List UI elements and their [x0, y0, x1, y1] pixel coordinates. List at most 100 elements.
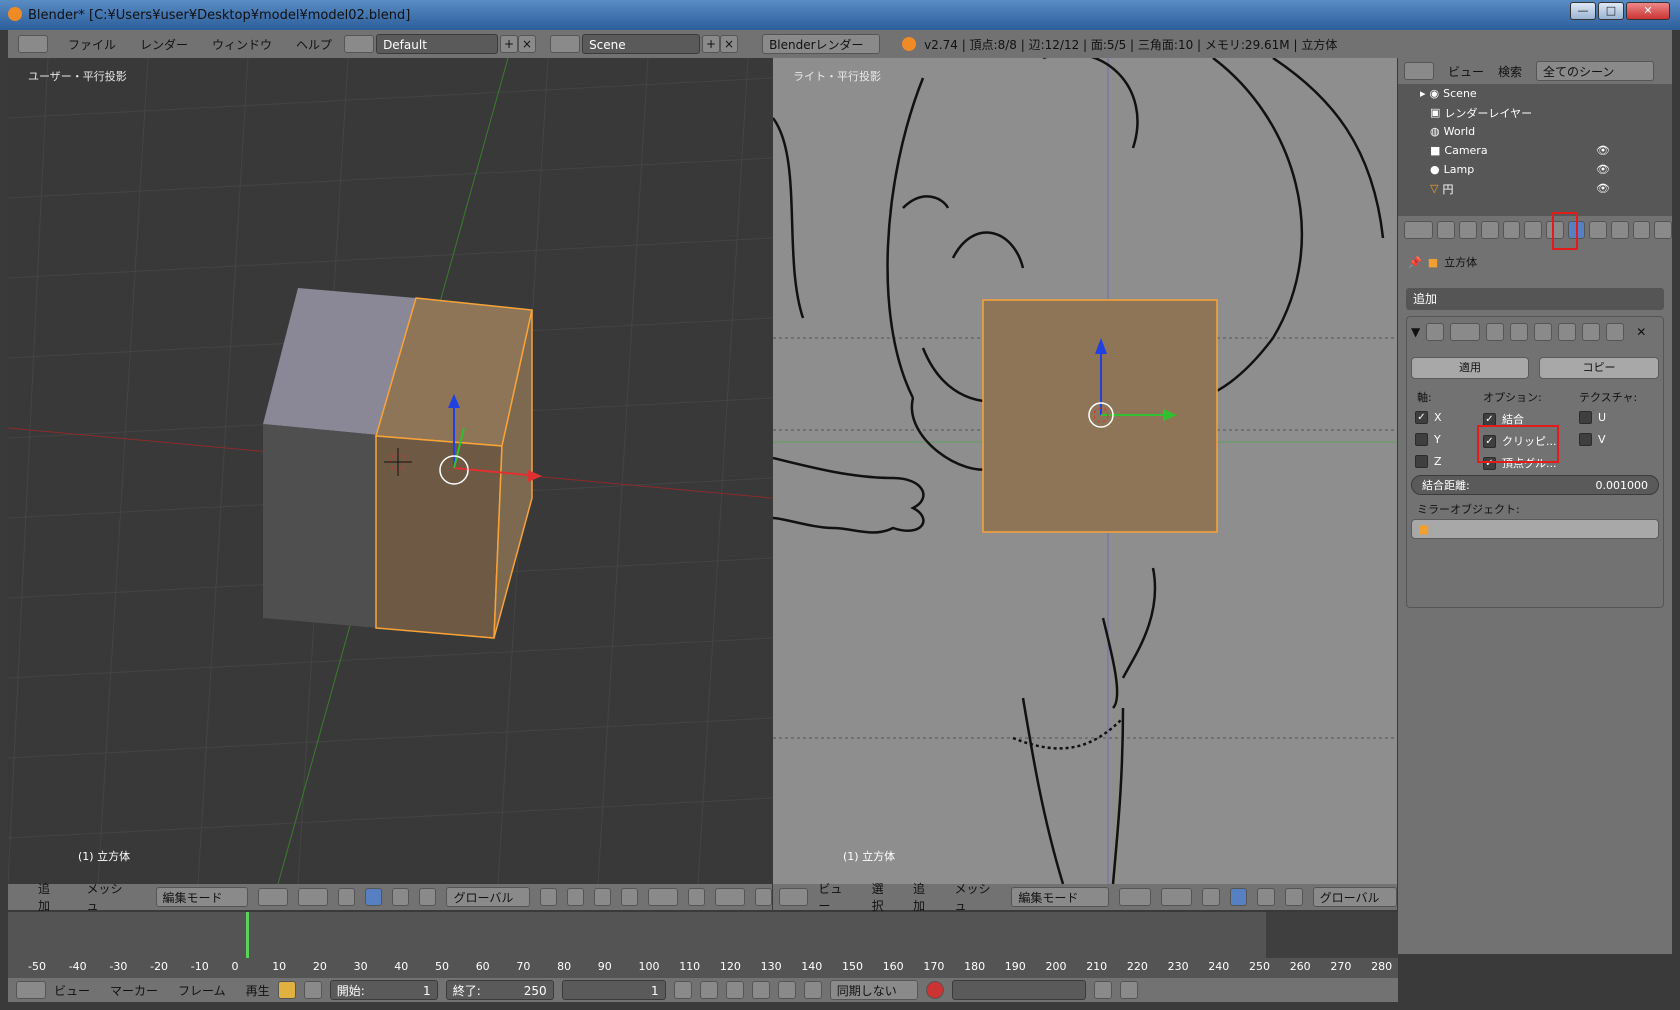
- timeline-menu-view[interactable]: ビュー: [54, 982, 90, 999]
- outliner-item-render-layer[interactable]: ▣ レンダーレイヤー: [1426, 103, 1680, 122]
- add-scene-icon[interactable]: +: [702, 35, 721, 53]
- pin-icon[interactable]: 📌: [1408, 256, 1422, 269]
- world-tab-icon[interactable]: [1502, 221, 1521, 239]
- outliner-item-scene[interactable]: ▸ ◉ Scene: [1404, 84, 1660, 103]
- timeline-menu-marker[interactable]: マーカー: [110, 982, 158, 999]
- texture-u-checkbox[interactable]: U: [1579, 411, 1606, 424]
- move-down-icon[interactable]: [1606, 323, 1625, 341]
- right-shading-icon[interactable]: [1119, 888, 1151, 906]
- maximize-button[interactable]: □: [1598, 2, 1624, 20]
- left-snap-target-icon[interactable]: [714, 888, 746, 906]
- material-tab-icon[interactable]: [1610, 221, 1629, 239]
- outliner-item-world[interactable]: ◍ World: [1426, 122, 1680, 141]
- sync-select[interactable]: 同期しない: [829, 980, 918, 1000]
- close-button[interactable]: ✕: [1626, 2, 1670, 20]
- timeline-menu-playback[interactable]: 再生: [246, 982, 270, 999]
- properties-editor-type-icon[interactable]: [1404, 221, 1434, 239]
- start-frame-field[interactable]: 開始: 1: [329, 980, 438, 1000]
- menu-help[interactable]: ヘルプ: [284, 36, 344, 53]
- jump-start-icon[interactable]: [673, 981, 692, 999]
- menu-file[interactable]: ファイル: [56, 36, 128, 53]
- menu-window[interactable]: ウィンドウ: [200, 36, 284, 53]
- next-keyframe-icon[interactable]: [777, 981, 796, 999]
- right-mode-select[interactable]: 編集モード: [1011, 887, 1110, 907]
- object-tab-icon[interactable]: [1524, 221, 1542, 239]
- merge-distance-field[interactable]: 結合距離: 0.001000: [1411, 475, 1659, 495]
- right-orientation-select[interactable]: グローバル: [1312, 887, 1398, 907]
- current-frame-field[interactable]: 1: [561, 980, 666, 1000]
- outliner-menu-view[interactable]: ビュー: [1448, 63, 1484, 80]
- end-frame-field[interactable]: 終了: 250: [445, 980, 554, 1000]
- left-occlude-icon[interactable]: [620, 888, 638, 906]
- collapse-chevron-icon[interactable]: ▼: [1411, 325, 1420, 339]
- play-reverse-icon[interactable]: [725, 981, 744, 999]
- outliner-menu-search[interactable]: 検索: [1498, 63, 1522, 80]
- scene-tab-icon[interactable]: [1480, 221, 1499, 239]
- left-edge-select-icon[interactable]: [566, 888, 584, 906]
- prev-keyframe-icon[interactable]: [699, 981, 718, 999]
- outliner-item-lamp[interactable]: ● Lamp 👁: [1426, 160, 1680, 179]
- realtime-toggle-icon[interactable]: [1510, 323, 1529, 341]
- record-icon[interactable]: [925, 981, 944, 999]
- right-menu-view[interactable]: ビュー: [818, 880, 853, 914]
- scene-field[interactable]: Scene: [582, 34, 701, 54]
- axis-y-checkbox[interactable]: Y: [1415, 433, 1441, 446]
- timeline-editor[interactable]: -50 -40 -30 -20 -10 0 10 20 30 40 50 60 70 80 90 100 110…: [8, 912, 1398, 978]
- render-toggle-icon[interactable]: [1486, 323, 1505, 341]
- left-vertex-select-icon[interactable]: [539, 888, 557, 906]
- timeline-editor-type-icon[interactable]: [16, 981, 46, 999]
- copy-button[interactable]: コピー: [1539, 357, 1659, 379]
- outliner-editor-type-icon[interactable]: [1404, 62, 1434, 80]
- axis-x-checkbox[interactable]: ✓ X: [1415, 411, 1442, 424]
- left-menu-mesh[interactable]: メッシュ: [87, 880, 132, 914]
- texture-v-checkbox[interactable]: V: [1579, 433, 1606, 446]
- right-menu-select[interactable]: 選択: [872, 880, 895, 914]
- right-manipulator-icon[interactable]: [1202, 888, 1220, 906]
- render-tab-icon[interactable]: [1437, 221, 1456, 239]
- left-rotate-icon[interactable]: [392, 888, 410, 906]
- remove-modifier-icon[interactable]: ✕: [1636, 325, 1646, 339]
- move-up-icon[interactable]: [1582, 323, 1601, 341]
- viewport-user-ortho[interactable]: ユーザー・平行投影 (1) 立方体: [8, 58, 772, 884]
- remove-layout-icon[interactable]: ×: [518, 35, 537, 53]
- left-proportional-icon[interactable]: [647, 888, 678, 906]
- editor-type-info-icon[interactable]: [18, 35, 48, 53]
- left-mode-select[interactable]: 編集モード: [155, 887, 249, 907]
- screen-layout-icon[interactable]: [344, 35, 375, 53]
- current-frame-indicator[interactable]: [246, 912, 249, 958]
- outliner-filter-select[interactable]: 全てのシーン: [1536, 61, 1655, 81]
- left-translate-icon[interactable]: [365, 888, 383, 906]
- right-translate-icon[interactable]: [1229, 888, 1248, 906]
- texture-tab-icon[interactable]: [1632, 221, 1651, 239]
- render-layers-tab-icon[interactable]: [1459, 221, 1477, 239]
- left-menu-add[interactable]: 追加: [38, 880, 61, 914]
- right-editor-type-icon[interactable]: [779, 888, 809, 906]
- data-tab-icon[interactable]: [1589, 221, 1607, 239]
- modifier-name-field[interactable]: [1450, 323, 1481, 341]
- left-render-icon[interactable]: [755, 888, 773, 906]
- keying-set-field[interactable]: [951, 980, 1086, 1000]
- right-scale-icon[interactable]: [1285, 888, 1303, 906]
- left-snap-icon[interactable]: [687, 888, 705, 906]
- left-scale-icon[interactable]: [419, 888, 437, 906]
- left-pivot-icon[interactable]: [298, 888, 329, 906]
- right-rotate-icon[interactable]: [1257, 888, 1276, 906]
- minimize-button[interactable]: —: [1570, 2, 1596, 20]
- jump-end-icon[interactable]: [803, 981, 822, 999]
- editmode-toggle-icon[interactable]: [1534, 323, 1553, 341]
- play-icon[interactable]: [751, 981, 770, 999]
- scene-icon[interactable]: [550, 35, 581, 53]
- outliner-item-circle[interactable]: ▽ 円 👁: [1426, 179, 1680, 198]
- left-manipulator-icon[interactable]: [338, 888, 356, 906]
- timeline-menu-frame[interactable]: フレーム: [178, 982, 226, 999]
- menu-render[interactable]: レンダー: [128, 36, 200, 53]
- remove-scene-icon[interactable]: ×: [720, 35, 739, 53]
- render-engine-select[interactable]: Blenderレンダー: [762, 34, 881, 54]
- outliner-item-camera[interactable]: ■ Camera 👁: [1426, 141, 1680, 160]
- preview-range-icon[interactable]: [277, 981, 296, 999]
- layout-field[interactable]: Default: [376, 34, 499, 54]
- lock-icon[interactable]: [303, 981, 322, 999]
- left-shading-icon[interactable]: [258, 888, 289, 906]
- apply-button[interactable]: 適用: [1411, 357, 1529, 379]
- insert-keyframe-icon[interactable]: [1093, 981, 1112, 999]
